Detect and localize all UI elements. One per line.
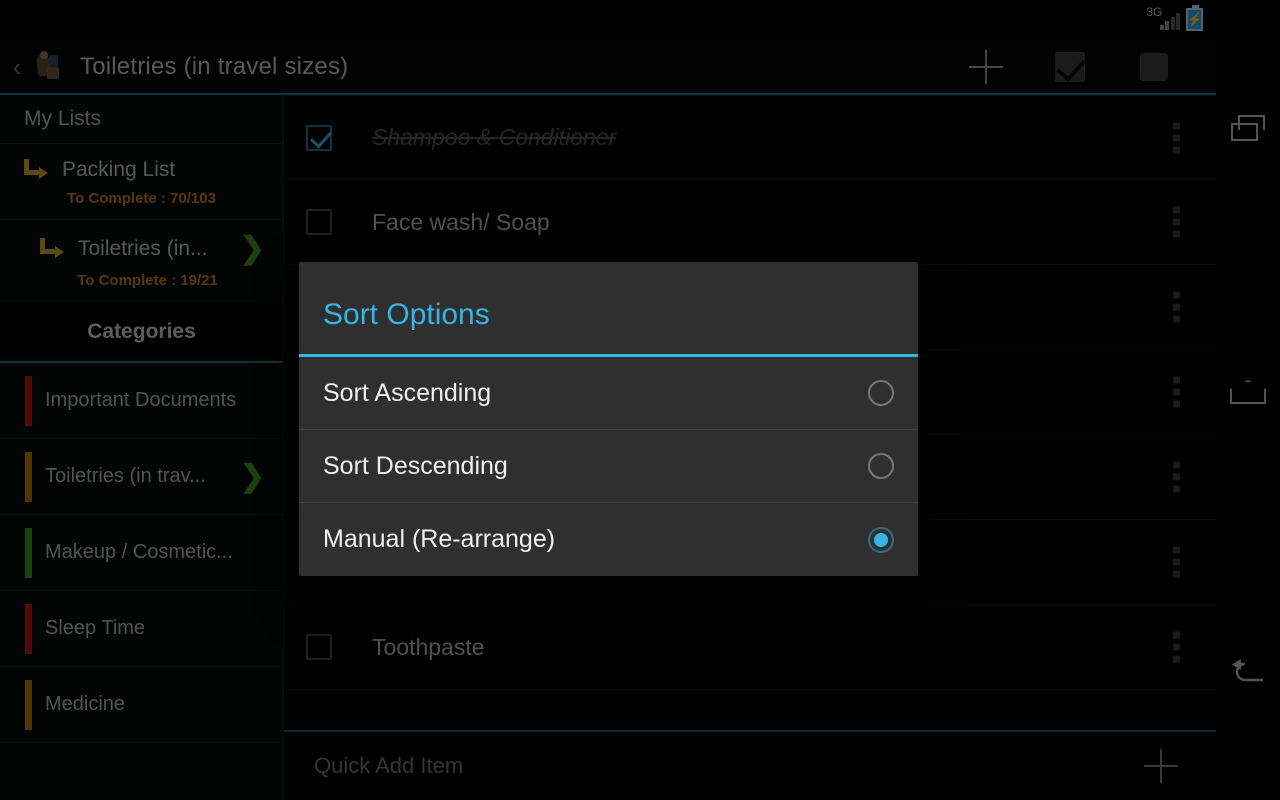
sidebar-header: My Lists	[24, 107, 102, 130]
signal-bars-icon	[1159, 13, 1181, 30]
item-label: Face wash/ Soap	[372, 208, 550, 235]
category-color-bar	[25, 679, 32, 730]
android-screen: 3G ⚡ 5:24 ‹ Toiletries (in travel sizes)	[0, 0, 1280, 800]
item-checkbox[interactable]	[306, 209, 332, 235]
item-checkbox[interactable]	[306, 634, 332, 660]
row-overflow-menu[interactable]	[1173, 546, 1180, 578]
subtree-arrow-icon	[22, 159, 50, 181]
item-label: Toothpaste	[372, 633, 485, 660]
category-color-bar	[25, 375, 32, 426]
category-color-bar	[25, 527, 32, 578]
quick-add-plus-button[interactable]	[1144, 749, 1178, 783]
tab-label: Categories	[87, 319, 196, 343]
sidebar-category-sleep-time[interactable]: Sleep Time	[0, 591, 283, 667]
recent-apps-icon	[1231, 115, 1265, 141]
checkbox-checked-icon	[1055, 51, 1085, 82]
plus-icon	[969, 49, 1003, 84]
table-row[interactable]: Toothpaste	[284, 605, 1216, 690]
tab-categories[interactable]: Categories	[0, 301, 283, 361]
home-icon	[1230, 380, 1266, 404]
radio-button[interactable]	[868, 380, 894, 406]
chevron-right-icon: ❯	[239, 232, 265, 265]
sidebar-category-important-documents[interactable]: Important Documents	[0, 363, 283, 439]
radio-button-selected[interactable]	[868, 526, 894, 553]
list-progress-label: To Complete : 70/103	[67, 190, 216, 207]
row-overflow-menu[interactable]	[1173, 206, 1180, 238]
list-name-label: Toiletries (in...	[78, 237, 208, 260]
item-checkbox[interactable]	[306, 124, 332, 151]
bolt-icon: ⚡	[1186, 11, 1203, 27]
category-label: Sleep Time	[45, 617, 146, 639]
table-row[interactable]: Shampoo & Conditioner	[284, 95, 1216, 180]
sidebar-item-packing-list[interactable]: Packing List To Complete : 70/103	[0, 144, 283, 219]
option-sort-descending[interactable]: Sort Descending	[299, 430, 918, 503]
category-label: Medicine	[45, 693, 126, 715]
row-overflow-menu[interactable]	[1173, 291, 1180, 323]
sidebar-item-toiletries[interactable]: Toiletries (in... ❯ To Complete : 19/21	[0, 220, 283, 301]
option-sort-ascending[interactable]: Sort Ascending	[299, 357, 918, 430]
recent-apps-button[interactable]	[1216, 96, 1280, 160]
table-row[interactable]: Face wash/ Soap	[284, 180, 1216, 265]
checkbox-empty-icon	[1140, 52, 1168, 81]
subtree-arrow-icon	[38, 238, 66, 260]
page-title: Toiletries (in travel sizes)	[80, 52, 349, 80]
status-bar: 3G ⚡ 5:24	[0, 0, 1280, 38]
category-label: Makeup / Cosmetic...	[45, 541, 233, 563]
category-color-bar	[25, 451, 32, 502]
quick-add-input[interactable]	[314, 753, 1054, 779]
sidebar-category-medicine[interactable]: Medicine	[0, 667, 283, 743]
traveler-icon[interactable]	[30, 50, 64, 84]
list-progress-label: To Complete : 19/21	[77, 272, 218, 289]
sort-options-dialog: Sort Options Sort Ascending Sort Descend…	[299, 262, 918, 576]
sidebar-category-toiletries[interactable]: Toiletries (in trav... ❯	[0, 439, 283, 515]
row-overflow-menu[interactable]	[1173, 376, 1180, 408]
home-button[interactable]	[1216, 360, 1280, 424]
system-navigation-bar	[1216, 0, 1280, 800]
battery-charging-icon: ⚡	[1186, 4, 1204, 31]
category-label: Important Documents	[45, 389, 237, 411]
category-color-bar	[25, 603, 32, 654]
dialog-title: Sort Options	[323, 298, 490, 331]
back-arrow-icon	[1229, 659, 1267, 685]
option-label: Sort Ascending	[323, 378, 492, 407]
list-name-label: Packing List	[62, 158, 176, 181]
uncheck-all-button[interactable]	[1112, 38, 1196, 95]
action-bar: ‹ Toiletries (in travel sizes)	[0, 38, 1280, 95]
signal-strength-icon: 3G	[1146, 6, 1181, 32]
sidebar-category-makeup-cosmetics[interactable]: Makeup / Cosmetic...	[0, 515, 283, 591]
quick-add-bar	[284, 730, 1216, 800]
add-item-button[interactable]	[944, 38, 1028, 95]
row-overflow-menu[interactable]	[1173, 631, 1180, 663]
row-overflow-menu[interactable]	[1173, 122, 1180, 153]
back-button[interactable]	[1216, 640, 1280, 704]
check-all-button[interactable]	[1028, 38, 1112, 95]
option-label: Manual (Re-arrange)	[323, 525, 556, 553]
chevron-right-icon: ❯	[239, 459, 265, 493]
category-label: Toiletries (in trav...	[45, 465, 206, 487]
item-label: Shampoo & Conditioner	[372, 124, 617, 150]
option-manual-rearrange[interactable]: Manual (Re-arrange)	[299, 503, 918, 576]
radio-button[interactable]	[868, 453, 894, 479]
row-overflow-menu[interactable]	[1173, 461, 1180, 493]
up-navigation-icon[interactable]: ‹	[4, 54, 30, 80]
sidebar: My Lists Packing List To Complete : 70/1…	[0, 95, 284, 800]
option-label: Sort Descending	[323, 451, 508, 480]
